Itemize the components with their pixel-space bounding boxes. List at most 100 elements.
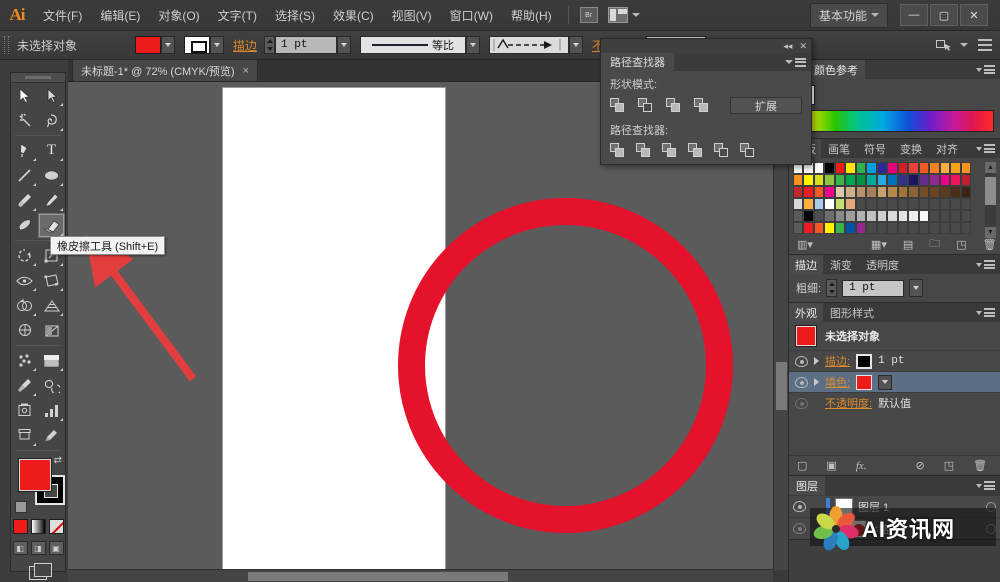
workspace-switcher[interactable]: 基本功能 — ▢ ✕ — [809, 2, 1000, 28]
swatch-cell[interactable] — [929, 198, 940, 210]
unite-icon[interactable] — [610, 98, 625, 113]
hand-tool[interactable] — [11, 423, 38, 448]
swatch-cell[interactable] — [866, 162, 877, 174]
draw-behind-icon[interactable]: ◨ — [30, 541, 46, 555]
tools-panel-grip[interactable] — [11, 73, 65, 83]
outline-icon[interactable] — [714, 143, 729, 158]
tab-transform[interactable]: 变换 — [893, 139, 929, 158]
profile-dropdown-icon[interactable] — [466, 36, 481, 54]
tab-graphic-styles[interactable]: 图形样式 — [823, 303, 881, 322]
swatch-cell[interactable] — [855, 174, 867, 186]
swatch-cell[interactable] — [845, 186, 856, 198]
swatch-cell[interactable] — [866, 186, 877, 198]
gradient-tool[interactable] — [38, 318, 65, 343]
swatch-cell[interactable] — [929, 210, 940, 222]
swatch-cell[interactable] — [887, 174, 898, 186]
swatch-cell[interactable] — [876, 162, 888, 174]
swatch-cell[interactable] — [813, 198, 825, 210]
swatch-cell[interactable] — [950, 222, 961, 234]
pen-tool[interactable] — [11, 138, 38, 163]
swatch-cell[interactable] — [887, 222, 898, 234]
add-new-stroke-icon[interactable]: ▢ — [797, 459, 807, 472]
swatch-cell[interactable] — [887, 162, 898, 174]
swatch-cell[interactable] — [845, 222, 856, 234]
rotate-tool[interactable] — [11, 243, 38, 268]
swatch-cell[interactable] — [939, 162, 951, 174]
tab-layers[interactable]: 图层 — [789, 476, 825, 495]
add-new-fill-icon[interactable]: ▣ — [826, 459, 836, 472]
layer-name[interactable]: 图层 1 — [858, 499, 889, 515]
shape-builder-tool[interactable] — [11, 293, 38, 318]
artboard-tool[interactable] — [11, 398, 38, 423]
bridge-icon[interactable]: Br — [579, 7, 598, 23]
ellipse-tool[interactable] — [38, 163, 65, 188]
menu-window[interactable]: 窗口(W) — [441, 0, 502, 31]
swatch-cell[interactable] — [803, 174, 814, 186]
swatch-cell[interactable] — [855, 210, 867, 222]
pathfinder-title-bar[interactable]: ◂◂ ✕ — [601, 39, 811, 53]
draw-normal-icon[interactable]: ◧ — [12, 541, 28, 555]
swatch-cell[interactable] — [950, 186, 961, 198]
swatch-cell[interactable] — [929, 186, 940, 198]
exclude-icon[interactable] — [694, 98, 709, 113]
swatch-cell[interactable] — [834, 186, 846, 198]
none-button[interactable] — [48, 519, 64, 534]
swatch-cell[interactable] — [876, 198, 888, 210]
eraser-tool[interactable] — [38, 213, 65, 238]
swatch-cell[interactable] — [908, 174, 919, 186]
stroke-swatch[interactable] — [184, 36, 210, 54]
swatch-cell[interactable] — [824, 174, 835, 186]
swatch-cell[interactable] — [824, 198, 835, 210]
swatch-cell[interactable] — [950, 210, 961, 222]
swatch-cell[interactable] — [887, 198, 898, 210]
arrowhead-dropdown-icon[interactable] — [569, 36, 584, 54]
swatch-cell[interactable] — [897, 186, 909, 198]
perspective-grid-tool[interactable] — [38, 293, 65, 318]
visibility-eye-icon[interactable] — [795, 355, 808, 367]
tab-pathfinder[interactable]: 路径查找器 — [601, 53, 674, 71]
stroke-dropdown-icon[interactable] — [210, 36, 224, 54]
menu-object[interactable]: 对象(O) — [149, 0, 208, 31]
mesh-tool[interactable] — [11, 318, 38, 343]
line-segment-tool[interactable] — [11, 163, 38, 188]
layer-row[interactable]: <路径> — [789, 517, 1000, 539]
swap-fill-stroke-icon[interactable]: ⇄ — [54, 455, 62, 466]
swatch-cell[interactable] — [897, 210, 909, 222]
close-tab-icon[interactable]: × — [243, 65, 249, 77]
swatch-cell[interactable] — [960, 162, 971, 174]
swatch-cell[interactable] — [845, 174, 856, 186]
swatch-cell[interactable] — [834, 210, 846, 222]
intersect-icon[interactable] — [666, 98, 681, 113]
layer-visibility-icon[interactable] — [793, 501, 806, 512]
trim-icon[interactable] — [636, 143, 651, 158]
swatch-cell[interactable] — [897, 162, 909, 174]
visibility-eye-icon[interactable] — [795, 376, 808, 388]
collapse-panel-icon[interactable]: ◂◂ — [783, 41, 792, 52]
swatch-cell[interactable] — [845, 210, 856, 222]
minus-front-icon[interactable] — [638, 98, 653, 113]
crop-icon[interactable] — [688, 143, 703, 158]
swatch-cell[interactable] — [813, 162, 825, 174]
direct-selection-tool[interactable] — [38, 83, 65, 108]
control-bar-menu-icon[interactable] — [978, 39, 992, 51]
swatch-cell[interactable] — [960, 186, 971, 198]
canvas-horizontal-scrollbar[interactable] — [68, 569, 773, 582]
swatch-cell[interactable] — [918, 174, 930, 186]
swatch-cell[interactable] — [834, 198, 846, 210]
swatch-cell[interactable] — [929, 174, 940, 186]
appearance-opacity-label[interactable]: 不透明度: — [825, 395, 872, 411]
swatch-cell[interactable] — [887, 186, 898, 198]
layer-target-icon[interactable] — [986, 501, 996, 512]
tab-brushes[interactable]: 画笔 — [821, 139, 857, 158]
swatch-cell[interactable] — [918, 222, 930, 234]
swatch-cell[interactable] — [918, 162, 930, 174]
swatch-cell[interactable] — [960, 198, 971, 210]
menu-file[interactable]: 文件(F) — [34, 0, 91, 31]
arrange-documents-icon[interactable] — [607, 7, 640, 23]
eyedropper-tool[interactable] — [11, 373, 38, 398]
swatch-cell[interactable] — [897, 222, 909, 234]
menu-effect[interactable]: 效果(C) — [324, 0, 383, 31]
stroke-weight-stepper-panel[interactable] — [826, 279, 838, 297]
expand-arrow-icon[interactable] — [814, 357, 819, 365]
add-new-effect-icon[interactable]: fx. — [856, 460, 867, 472]
